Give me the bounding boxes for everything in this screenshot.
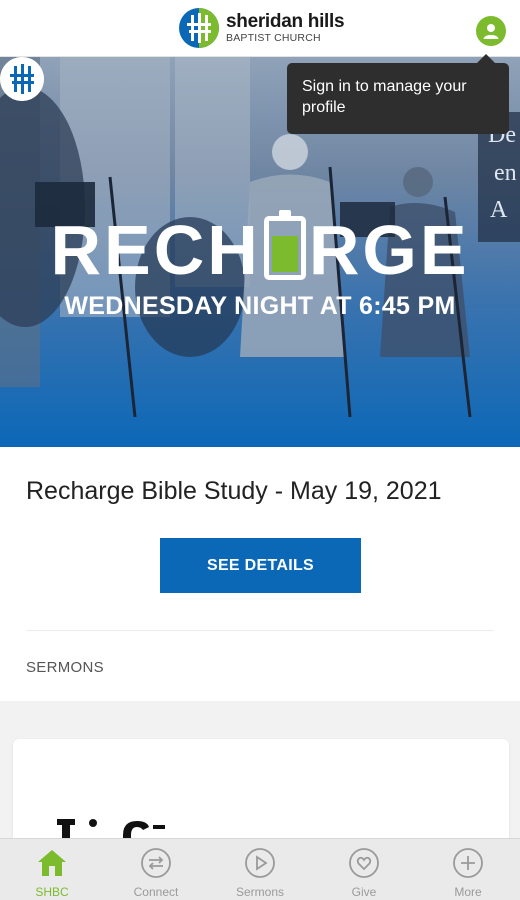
play-icon <box>245 848 275 878</box>
home-icon <box>38 850 66 876</box>
hero-subtitle: WEDNESDAY NIGHT AT 6:45 PM <box>64 292 456 320</box>
heart-icon <box>349 848 379 878</box>
tab-more[interactable]: More <box>416 839 520 900</box>
battery-icon <box>263 210 306 280</box>
profile-button[interactable] <box>476 16 506 46</box>
church-logo[interactable]: sheridan hills BAPTIST CHURCH <box>178 7 345 49</box>
church-logo-badge-icon <box>0 57 44 101</box>
event-title: Recharge Bible Study - May 19, 2021 <box>26 477 442 505</box>
tab-label: SHBC <box>35 885 69 899</box>
profile-tooltip: Sign in to manage your profile <box>287 54 509 134</box>
see-details-button[interactable]: SEE DETAILS <box>160 538 361 593</box>
divider <box>26 630 494 631</box>
app-header: sheridan hills BAPTIST CHURCH <box>0 0 520 57</box>
brand-subtitle: BAPTIST CHURCH <box>226 32 321 45</box>
tab-shbc[interactable]: SHBC <box>0 839 104 900</box>
hero-title-left: RECH <box>50 211 261 289</box>
hero-title: RECH RGE <box>0 210 520 289</box>
tab-label: Give <box>351 885 377 899</box>
plus-icon <box>453 848 483 878</box>
event-card: Recharge Bible Study - May 19, 2021 SEE … <box>0 447 520 701</box>
tab-connect[interactable]: Connect <box>104 839 208 900</box>
tab-label: Sermons <box>235 885 285 899</box>
user-icon <box>483 24 499 39</box>
bottom-tab-bar: SHBC Connect Sermons Give More <box>0 838 520 900</box>
tab-give[interactable]: Give <box>312 839 416 900</box>
connect-arrows-icon <box>141 848 171 878</box>
sermons-section-label: SERMONS <box>26 659 104 676</box>
side-text-line-2: en <box>494 160 517 186</box>
hero-title-right: RGE <box>308 211 470 289</box>
tab-label: More <box>454 885 482 899</box>
tab-sermons[interactable]: Sermons <box>208 839 312 900</box>
tab-label: Connect <box>133 885 179 899</box>
church-logo-icon <box>179 8 219 48</box>
brand-name: sheridan hills <box>226 11 345 33</box>
